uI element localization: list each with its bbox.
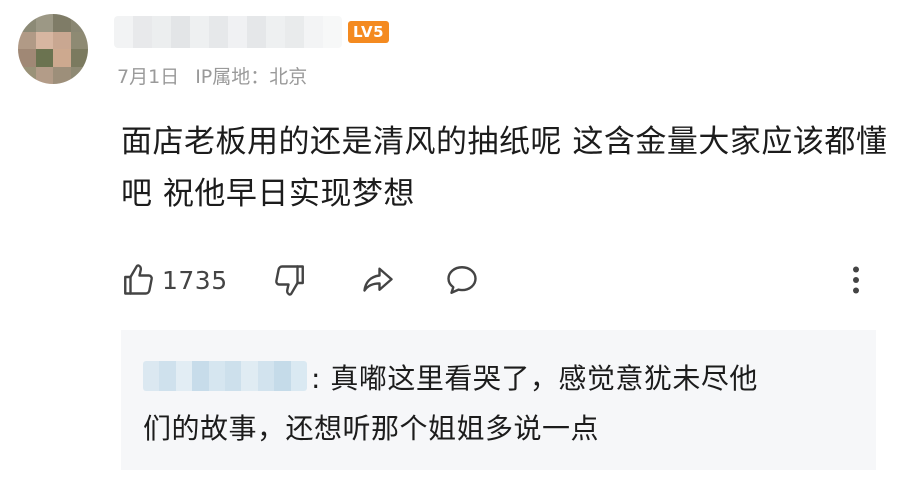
username-redacted[interactable] [114,16,342,48]
dislike-button[interactable] [272,258,308,302]
reply-username-redacted[interactable] [143,361,307,391]
thumbs-down-icon [272,262,308,298]
more-vertical-icon [846,262,866,298]
comment-body: 面店老板用的还是清风的抽纸呢 这含金量大家应该都懂吧 祝他早日实现梦想 [121,124,888,212]
reply-text-line2: 们的故事，还想听那个姐姐多说一点 [143,412,600,445]
reply-text-line1: : 真嘟这里看哭了，感觉意犹未尽他 [311,362,758,395]
thumbs-up-icon [120,262,156,298]
reply-button[interactable] [444,258,480,302]
share-button[interactable] [360,258,396,302]
user-level-badge: LV5 [348,21,390,43]
more-options-button[interactable] [846,258,866,302]
ip-location: IP属地：北京 [195,66,308,88]
comment-actions: 1735 [120,258,870,302]
comment-date: 7月1日 [117,66,180,88]
like-button[interactable]: 1735 [120,258,228,302]
reply-preview[interactable]: : 真嘟这里看哭了，感觉意犹未尽他 们的故事，还想听那个姐姐多说一点 [121,330,876,470]
like-count: 1735 [162,265,228,295]
comment-meta: 7月1日 IP属地：北京 [117,62,307,89]
user-avatar[interactable] [18,14,88,84]
comment-bubble-icon [444,262,480,298]
share-arrow-icon [360,262,396,298]
comment-card: LV5 7月1日 IP属地：北京 面店老板用的还是清风的抽纸呢 这含金量大家应该… [0,0,900,500]
